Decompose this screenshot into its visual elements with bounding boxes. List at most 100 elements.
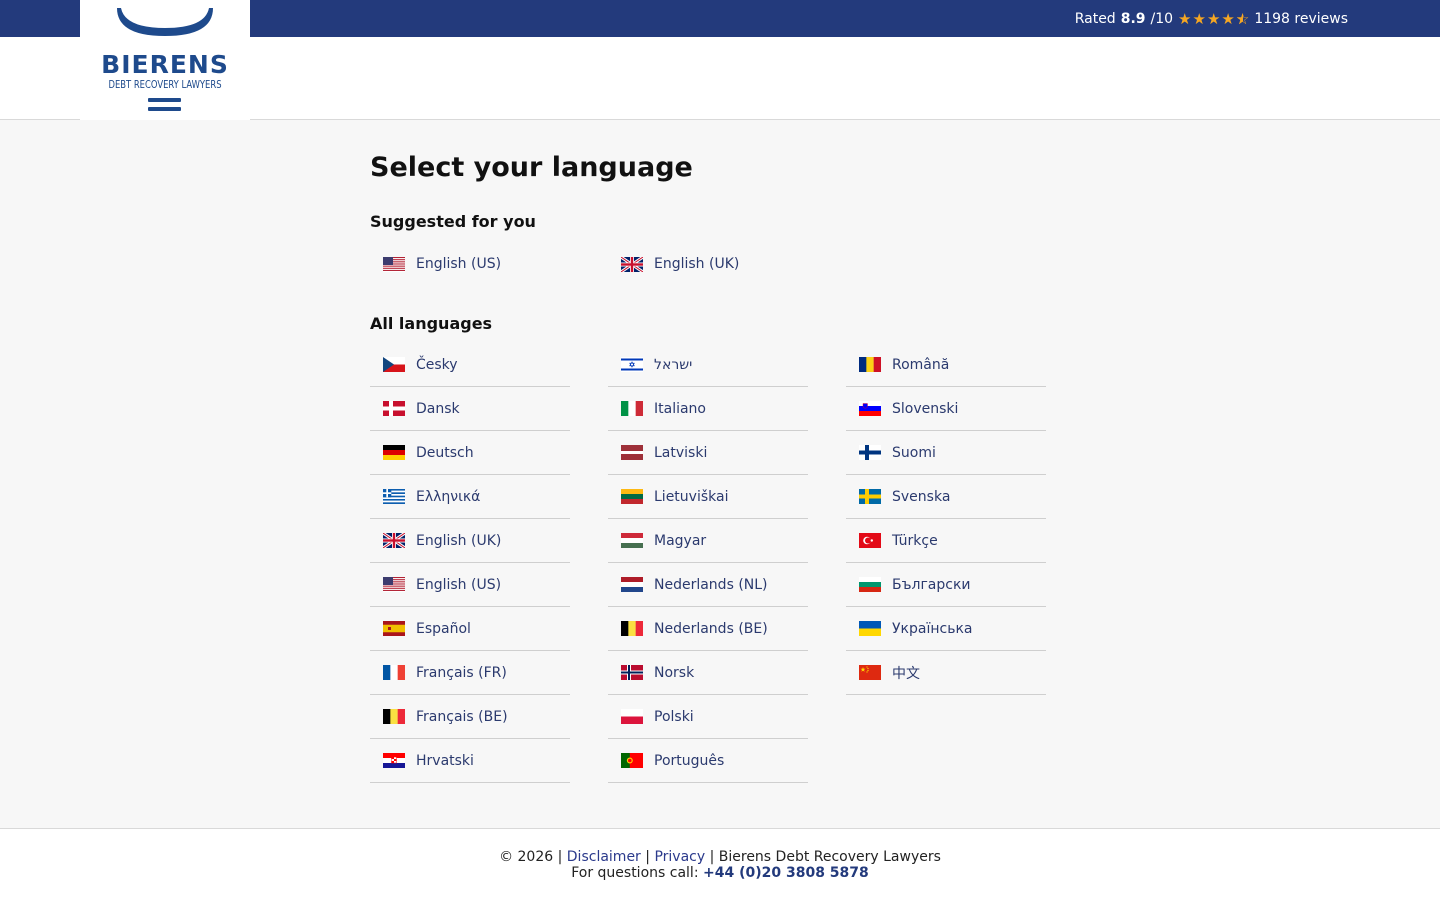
flag-pl-icon bbox=[621, 709, 643, 724]
language-option-pt[interactable]: Português bbox=[608, 739, 808, 783]
language-option-hu[interactable]: Magyar bbox=[608, 519, 808, 563]
language-option-cn[interactable]: 中文 bbox=[846, 651, 1046, 695]
flag-si-icon bbox=[859, 401, 881, 416]
flag-fr-icon bbox=[383, 665, 405, 680]
page-title: Select your language bbox=[370, 152, 693, 183]
rating-stars: ★★★★★☆ bbox=[1178, 10, 1249, 28]
language-option-fr[interactable]: Français (FR) bbox=[370, 651, 570, 695]
language-option-es[interactable]: Español bbox=[370, 607, 570, 651]
language-label: Български bbox=[892, 576, 971, 593]
suggested-language-us[interactable]: English (US) bbox=[370, 242, 570, 286]
language-label: Nederlands (BE) bbox=[654, 620, 768, 637]
flag-gr-icon bbox=[383, 489, 405, 504]
star-icon: ★ bbox=[1206, 9, 1221, 28]
language-option-hr[interactable]: Hrvatski bbox=[370, 739, 570, 783]
language-option-fi[interactable]: Suomi bbox=[846, 431, 1046, 475]
language-option-us[interactable]: English (US) bbox=[370, 563, 570, 607]
language-label: Česky bbox=[416, 356, 458, 373]
language-option-de[interactable]: Deutsch bbox=[370, 431, 570, 475]
flag-it-icon bbox=[621, 401, 643, 416]
logo-name: BIERENS bbox=[101, 50, 229, 79]
language-option-be[interactable]: Français (BE) bbox=[370, 695, 570, 739]
language-option-si[interactable]: Slovenski bbox=[846, 387, 1046, 431]
reviews-count: 1198 reviews bbox=[1254, 10, 1348, 27]
language-option-lt[interactable]: Lietuviškai bbox=[608, 475, 808, 519]
language-label: Lietuviškai bbox=[654, 488, 729, 505]
language-option-gr[interactable]: Ελληνικά bbox=[370, 475, 570, 519]
language-label: Nederlands (NL) bbox=[654, 576, 768, 593]
language-label: Português bbox=[654, 752, 725, 769]
language-label: Ελληνικά bbox=[416, 488, 481, 505]
language-label: Español bbox=[416, 620, 471, 637]
language-option-il[interactable]: ישראל bbox=[608, 343, 808, 387]
language-option-lv[interactable]: Latviski bbox=[608, 431, 808, 475]
flag-ro-icon bbox=[859, 357, 881, 372]
suggested-language-uk[interactable]: English (UK) bbox=[608, 242, 808, 286]
language-option-ro[interactable]: Română bbox=[846, 343, 1046, 387]
language-option-se[interactable]: Svenska bbox=[846, 475, 1046, 519]
language-label: Українська bbox=[892, 620, 973, 637]
language-option-ua[interactable]: Українська bbox=[846, 607, 1046, 651]
language-option-no[interactable]: Norsk bbox=[608, 651, 808, 695]
language-label: Latviski bbox=[654, 444, 708, 461]
language-label: Français (FR) bbox=[416, 664, 507, 681]
rated-label: Rated bbox=[1074, 10, 1116, 27]
flag-nl-icon bbox=[621, 577, 643, 592]
disclaimer-link[interactable]: Disclaimer bbox=[567, 849, 641, 865]
language-option-tr[interactable]: Türkçe bbox=[846, 519, 1046, 563]
language-label: Română bbox=[892, 356, 950, 373]
flag-be-icon bbox=[383, 709, 405, 724]
rating-summary[interactable]: Rated 8.9 /10 ★★★★★☆ 1198 reviews bbox=[1075, 0, 1348, 37]
flag-bg-icon bbox=[859, 577, 881, 592]
language-label: Svenska bbox=[892, 488, 951, 505]
flag-hu-icon bbox=[621, 533, 643, 548]
language-label: English (UK) bbox=[416, 532, 502, 549]
language-label: Norsk bbox=[654, 664, 695, 681]
language-option-be[interactable]: Nederlands (BE) bbox=[608, 607, 808, 651]
logo-arc-icon bbox=[117, 8, 213, 36]
flag-cz-icon bbox=[383, 357, 405, 372]
language-option-it[interactable]: Italiano bbox=[608, 387, 808, 431]
language-option-bg[interactable]: Български bbox=[846, 563, 1046, 607]
privacy-link[interactable]: Privacy bbox=[654, 849, 705, 865]
phone-link[interactable]: +44 (0)20 3808 5878 bbox=[703, 865, 869, 881]
flag-lv-icon bbox=[621, 445, 643, 460]
call-label: For questions call: bbox=[571, 865, 699, 881]
flag-ua-icon bbox=[859, 621, 881, 636]
language-option-cz[interactable]: Česky bbox=[370, 343, 570, 387]
language-label: English (US) bbox=[416, 576, 502, 593]
flag-be-icon bbox=[621, 621, 643, 636]
language-label: Français (BE) bbox=[416, 708, 508, 725]
language-label: Magyar bbox=[654, 532, 707, 549]
language-label: Dansk bbox=[416, 400, 460, 417]
language-option-nl[interactable]: Nederlands (NL) bbox=[608, 563, 808, 607]
flag-no-icon bbox=[621, 665, 643, 680]
language-label: English (UK) bbox=[654, 256, 740, 272]
flag-fi-icon bbox=[859, 445, 881, 460]
language-option-dk[interactable]: Dansk bbox=[370, 387, 570, 431]
language-option-uk[interactable]: English (UK) bbox=[370, 519, 570, 563]
footer-separator: | bbox=[645, 849, 650, 865]
flag-dk-icon bbox=[383, 401, 405, 416]
language-option-pl[interactable]: Polski bbox=[608, 695, 808, 739]
language-label: Suomi bbox=[892, 444, 936, 461]
flag-uk-icon bbox=[621, 256, 643, 272]
logo-subtitle: DEBT RECOVERY LAWYERS bbox=[108, 78, 222, 91]
flag-es-icon bbox=[383, 621, 405, 636]
language-label: ישראל bbox=[654, 356, 693, 373]
company-name: | Bierens Debt Recovery Lawyers bbox=[709, 849, 941, 865]
language-label: Hrvatski bbox=[416, 752, 474, 769]
flag-pt-icon bbox=[621, 753, 643, 768]
flag-tr-icon bbox=[859, 533, 881, 548]
flag-de-icon bbox=[383, 445, 405, 460]
hamburger-menu-icon[interactable] bbox=[148, 98, 181, 112]
flag-uk-icon bbox=[383, 533, 405, 548]
star-icon: ★ bbox=[1221, 9, 1235, 28]
logo[interactable]: BIERENS DEBT RECOVERY LAWYERS bbox=[80, 0, 250, 120]
star-icon: ★ bbox=[1178, 9, 1192, 28]
flag-us-icon bbox=[383, 577, 405, 592]
language-label: Deutsch bbox=[416, 444, 474, 461]
flag-lt-icon bbox=[621, 489, 643, 504]
flag-hr-icon bbox=[383, 753, 405, 768]
site-footer: © 2026 | Disclaimer | Privacy | Bierens … bbox=[0, 828, 1440, 900]
